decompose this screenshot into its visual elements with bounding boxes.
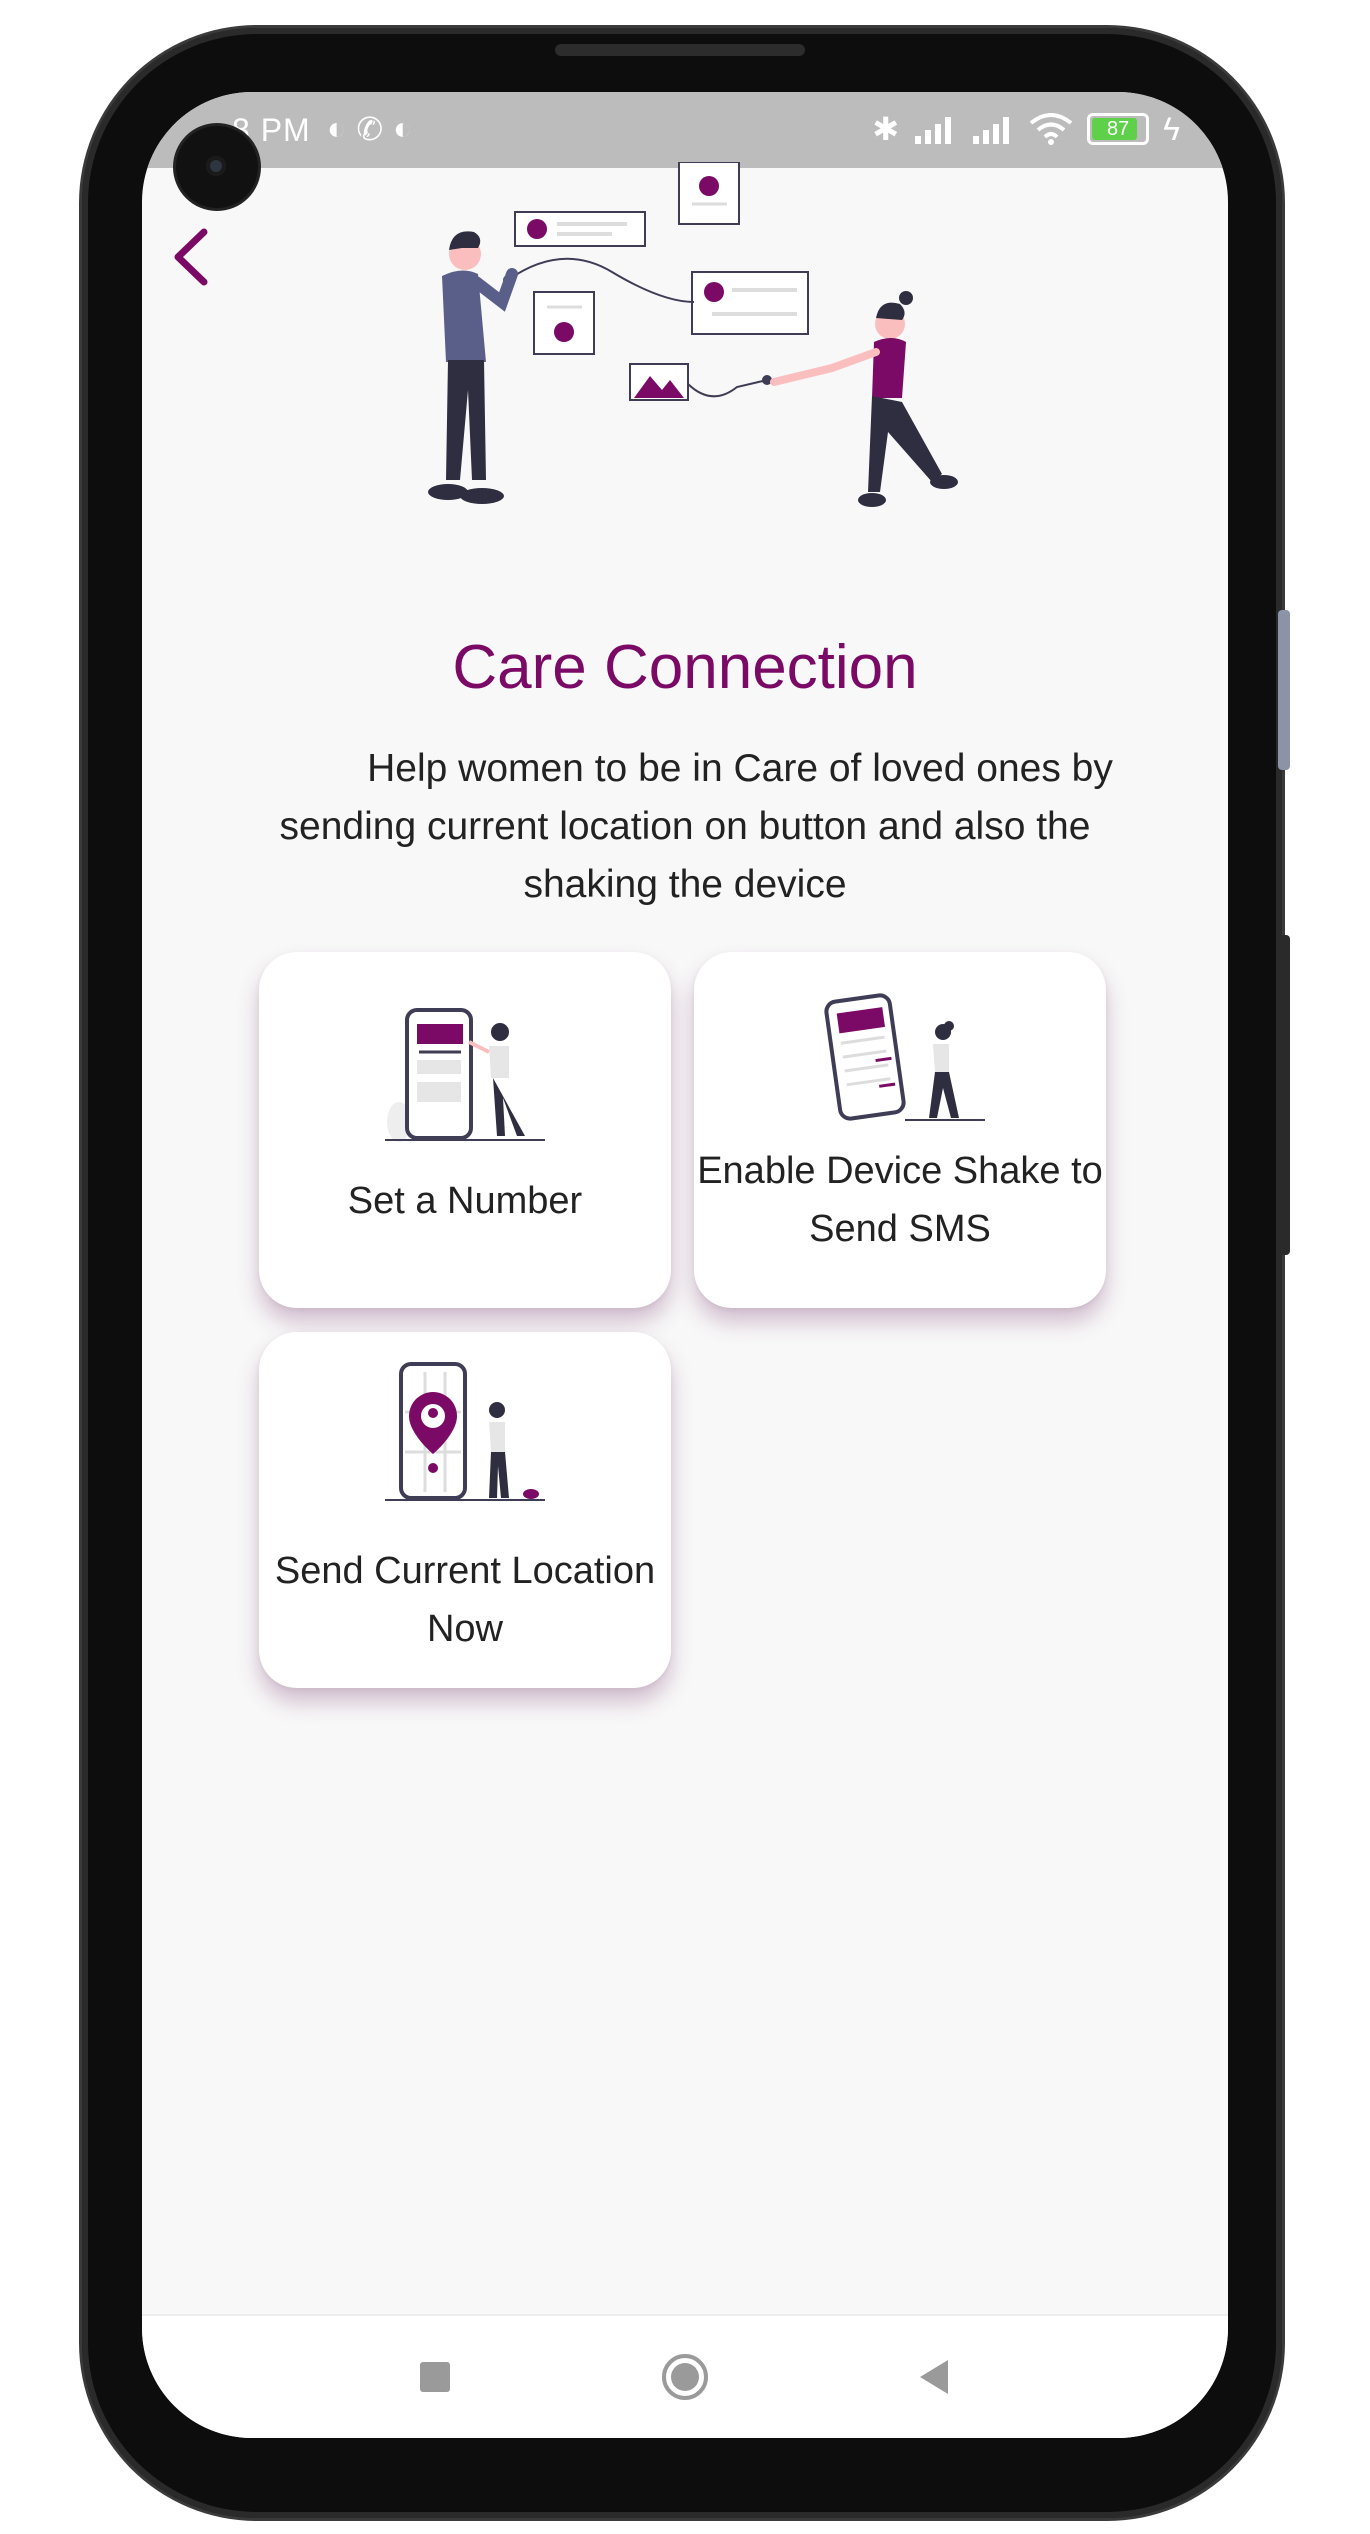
bluetooth-icon: ✱ [872, 111, 900, 147]
nav-back-button[interactable] [910, 2352, 960, 2402]
back-triangle-icon [920, 2360, 948, 2394]
phone-shake-illustration [824, 993, 985, 1121]
set-number-label: Set a Number [347, 1180, 583, 1222]
status-bar: 8 PM ◐ ✆ ◐ ✱ 87 ϟ [142, 92, 1228, 168]
status-icons: ✱ 87 ϟ [872, 110, 1180, 148]
enable-shake-label: Enable Device Shake to Send SMS [697, 1150, 1103, 1250]
home-button[interactable] [660, 2352, 710, 2402]
enable-shake-card[interactable]: Enable Device Shake to Send SMS [694, 952, 1106, 1308]
care-connection-illustration [428, 162, 958, 507]
signal-icon [973, 117, 1010, 144]
power-button [1278, 935, 1290, 1255]
system-navigation-bar [142, 2314, 1228, 2438]
home-circle-icon [662, 2354, 708, 2400]
charging-icon: ϟ [1163, 110, 1180, 147]
recents-square-icon [420, 2362, 450, 2392]
location-pin-illustration [385, 1362, 545, 1501]
recents-button[interactable] [410, 2352, 460, 2402]
back-button[interactable] [162, 222, 222, 292]
phone-notification-icon: ✆ [356, 111, 384, 147]
description-text: Help women to be in Care of loved ones b… [279, 747, 1113, 906]
battery-icon: 87 [1087, 113, 1150, 145]
app-notification-icon: ◐ [327, 110, 347, 146]
signal-icon [915, 117, 952, 144]
volume-button [1278, 610, 1290, 770]
app-notification-icon: ◐ [393, 110, 413, 146]
page-description: Help women to be in Care of loved ones b… [212, 740, 1158, 914]
wifi-icon [1029, 113, 1073, 145]
notification-icons: ◐ ✆ ◐ [327, 110, 412, 148]
phone-contact-illustration [385, 1008, 545, 1142]
app-screen: 8 PM ◐ ✆ ◐ ✱ 87 ϟ Care Connection Help w… [142, 92, 1228, 2438]
send-location-label: Send Current Location Now [274, 1550, 656, 1650]
earpiece-speaker [555, 44, 805, 56]
send-location-card[interactable]: Send Current Location Now [259, 1332, 671, 1688]
set-number-card[interactable]: Set a Number [259, 952, 671, 1308]
battery-level: 87 [1106, 118, 1130, 140]
page-title: Care Connection [452, 633, 918, 702]
front-camera [176, 126, 258, 208]
chevron-left-icon [174, 228, 208, 286]
